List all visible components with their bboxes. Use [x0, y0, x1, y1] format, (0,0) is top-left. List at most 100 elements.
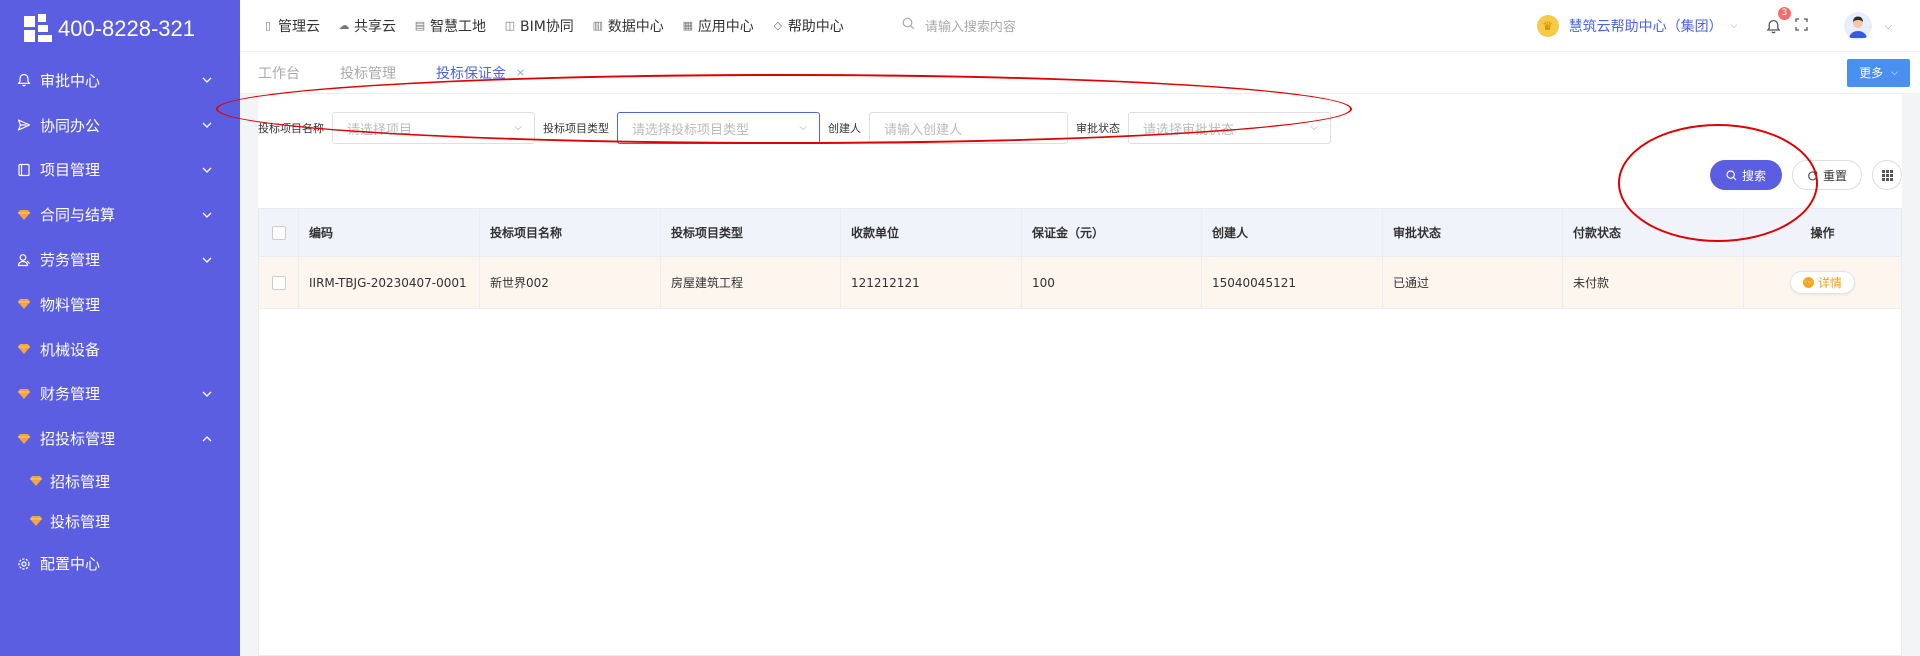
top-nav-label: 帮助中心 [787, 18, 844, 35]
select-all-checkbox[interactable] [271, 225, 286, 240]
column-header[interactable]: 审批状态 [1383, 209, 1563, 256]
sidebar-item-bidding[interactable]: 招投标管理 [0, 416, 240, 461]
logo[interactable]: 400-8228-321 [0, 0, 240, 58]
refresh-icon [1808, 170, 1818, 180]
top-nav-help-center[interactable]: ◇ 帮助中心 [772, 16, 844, 36]
more-button[interactable]: 更多 ⌵ [1847, 59, 1910, 87]
user-avatar-icon [1849, 16, 1868, 38]
content-panel: 投标项目名称 请选择项目 ⌵ 投标项目类型 请选择投标项目类型 ⌵ 创建人 请输… [216, 74, 1902, 656]
filter-label-project-name: 投标项目名称 [258, 122, 324, 135]
tablet-icon: ▯ [264, 19, 272, 32]
sidebar-item-finance[interactable]: 财务管理 [0, 372, 240, 417]
chevron-down-icon [202, 257, 212, 263]
tab-bid-management[interactable]: 投标管理 [340, 63, 396, 83]
chevron-down-icon: ⌵ [1891, 68, 1898, 78]
top-nav-label: 管理云 [278, 18, 320, 35]
org-name: 慧筑云帮助中心（集团） [1568, 19, 1723, 35]
top-nav-bim[interactable]: ◫ BIM协同 [504, 16, 574, 36]
gem-icon [16, 386, 32, 402]
avatar[interactable] [1844, 12, 1873, 40]
tab-bid-deposit[interactable]: 投标保证金 × [436, 63, 525, 83]
top-nav-label: BIM协同 [520, 18, 574, 35]
search-icon [902, 17, 915, 34]
more-dots-icon: ··· [1802, 277, 1814, 288]
select-all-cell [259, 209, 299, 256]
notification-button[interactable]: 3 [1763, 7, 1792, 36]
tab-workbench[interactable]: 工作台 [258, 63, 300, 83]
sidebar-item-config[interactable]: 配置中心 [0, 541, 240, 586]
column-header[interactable]: 收款单位 [841, 209, 1022, 256]
column-header: 操作 [1810, 226, 1835, 240]
chevron-down-icon: ⌵ [1730, 21, 1738, 31]
sidebar-item-labor[interactable]: 劳务管理 [0, 237, 240, 282]
cell-creator: 15040045121 [1202, 257, 1383, 308]
tag-icon: ◇ [773, 19, 783, 32]
grid-icon: ▦ [682, 19, 694, 32]
reset-button[interactable]: 重置 [1791, 160, 1862, 190]
deposit-table: 编码 投标项目名称 投标项目类型 收款单位 保证金（元） 创建人 审批状态 付款… [258, 208, 1902, 656]
close-icon[interactable]: × [516, 66, 525, 79]
more-label: 更多 [1859, 66, 1884, 80]
column-header[interactable]: 编码 [299, 209, 480, 256]
sidebar-item-projects[interactable]: 项目管理 [0, 148, 240, 193]
top-nav-app-center[interactable]: ▦ 应用中心 [682, 16, 754, 36]
logo-icon [24, 14, 54, 44]
creator-input[interactable]: 请输入创建人 [869, 112, 1068, 144]
book-icon [16, 162, 32, 178]
top-nav-shared-cloud[interactable]: ☁ 共享云 [338, 16, 397, 36]
column-header[interactable]: 保证金（元） [1022, 209, 1202, 256]
hotline-number: 400-8228-321 [58, 16, 196, 41]
project-type-select[interactable]: 请选择投标项目类型 ⌵ [617, 112, 820, 144]
sidebar-item-label: 机械设备 [40, 340, 101, 359]
top-nav: ▯ 管理云 ☁ 共享云 ▤ 智慧工地 ◫ BIM协同 ▥ 数据中心 ▦ 应用中心… [240, 16, 862, 36]
bar-chart-icon: ▥ [592, 19, 604, 32]
creator-placeholder: 请输入创建人 [884, 122, 963, 138]
chevron-down-icon[interactable]: ⌵ [1884, 21, 1892, 32]
top-nav-management-cloud[interactable]: ▯ 管理云 [262, 16, 320, 36]
chevron-down-icon: ⌵ [514, 122, 522, 133]
filter-label-creator: 创建人 [828, 122, 861, 135]
gem-icon [16, 431, 32, 447]
notification-count-badge: 3 [1777, 7, 1792, 20]
sidebar-item-label: 劳务管理 [40, 251, 101, 270]
global-search[interactable]: 请输入搜索内容 [902, 16, 1202, 35]
chevron-down-icon [202, 391, 212, 397]
sidebar-item-materials[interactable]: 物料管理 [0, 282, 240, 327]
column-settings-button[interactable] [1872, 160, 1902, 190]
sidebar-item-label: 物料管理 [40, 295, 101, 314]
sidebar-item-collaboration[interactable]: 协同办公 [0, 103, 240, 148]
approval-status-select[interactable]: 请选择审批状态 ⌵ [1128, 112, 1331, 144]
chevron-down-icon: ⌵ [1310, 122, 1318, 133]
column-header[interactable]: 投标项目名称 [480, 209, 661, 256]
table-row[interactable]: IIRM-TBJG-20230407-0001 新世界002 房屋建筑工程 12… [259, 257, 1901, 309]
sidebar-item-label: 财务管理 [40, 385, 101, 404]
top-nav-label: 共享云 [354, 18, 396, 35]
top-nav-label: 智慧工地 [430, 18, 486, 35]
tab-label: 投标保证金 [436, 65, 506, 82]
column-header[interactable]: 投标项目类型 [661, 209, 841, 256]
sidebar-item-contracts[interactable]: 合同与结算 [0, 192, 240, 237]
project-name-select[interactable]: 请选择项目 ⌵ [332, 112, 535, 144]
fullscreen-button[interactable] [1795, 18, 1809, 34]
global-search-placeholder: 请输入搜索内容 [924, 20, 1016, 35]
top-nav-data-center[interactable]: ▥ 数据中心 [592, 16, 664, 36]
org-switcher[interactable]: ♛ 慧筑云帮助中心（集团） ⌵ [1536, 15, 1738, 37]
sidebar-subitem-bid[interactable]: 投标管理 [0, 501, 240, 541]
grid-icon [1881, 169, 1893, 181]
top-nav-label: 应用中心 [697, 18, 754, 35]
book-icon: ▤ [414, 19, 426, 32]
row-checkbox[interactable] [271, 275, 286, 290]
send-icon [16, 117, 32, 133]
gear-icon [16, 556, 32, 572]
column-header[interactable]: 创建人 [1202, 209, 1383, 256]
gem-icon [30, 512, 42, 530]
column-header[interactable]: 付款状态 [1563, 209, 1744, 256]
top-nav-smart-site[interactable]: ▤ 智慧工地 [414, 16, 486, 36]
sidebar-item-approval[interactable]: 审批中心 [0, 58, 240, 103]
chevron-up-icon [202, 435, 212, 442]
detail-button[interactable]: ··· 详情 [1789, 271, 1855, 294]
gem-icon [30, 472, 42, 490]
search-button[interactable]: 搜索 [1709, 160, 1782, 190]
sidebar-subitem-tender[interactable]: 招标管理 [0, 461, 240, 501]
sidebar-item-machinery[interactable]: 机械设备 [0, 327, 240, 372]
